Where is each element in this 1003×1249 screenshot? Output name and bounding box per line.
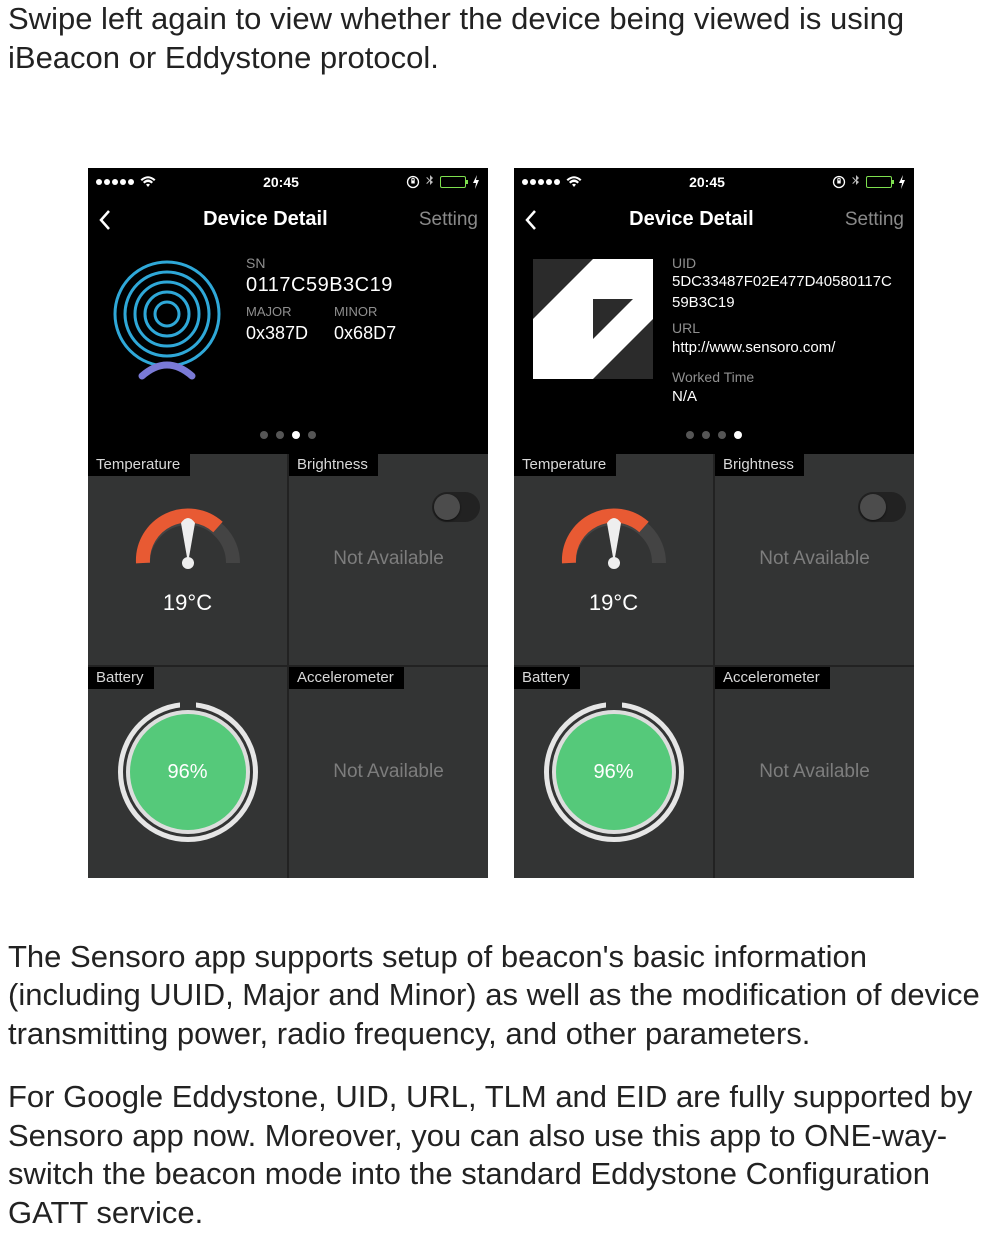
- accelerometer-label: Accelerometer: [289, 667, 404, 689]
- battery-label: Battery: [514, 667, 580, 689]
- temperature-cell[interactable]: Temperature 19°C: [88, 454, 287, 665]
- bluetooth-icon: [426, 175, 434, 189]
- battery-cell[interactable]: Battery 96%: [514, 667, 713, 878]
- bluetooth-icon: [852, 175, 860, 189]
- uid-label: UID: [672, 254, 900, 273]
- signal-dots-icon: [522, 179, 560, 185]
- signal-dots-icon: [96, 179, 134, 185]
- screenshots-row: 20:45 Device D: [8, 168, 995, 878]
- eddystone-data: UID 5DC33487F02E477D40580117C59B3C19 URL…: [672, 254, 900, 412]
- brightness-label: Brightness: [289, 454, 378, 476]
- battery-gauge-icon: 96%: [544, 702, 684, 842]
- major-label: MAJOR: [246, 303, 308, 321]
- hero-section[interactable]: UID 5DC33487F02E477D40580117C59B3C19 URL…: [514, 244, 914, 420]
- accelerometer-cell[interactable]: Accelerometer Not Available: [289, 667, 488, 878]
- wifi-icon: [566, 176, 582, 188]
- nav-setting-button[interactable]: Setting: [845, 209, 904, 231]
- brightness-value: Not Available: [759, 548, 870, 570]
- rotation-lock-icon: [832, 175, 846, 189]
- phone-screenshot-eddystone: 20:45 Device D: [514, 168, 914, 878]
- major-value: 0x387D: [246, 321, 308, 345]
- brightness-toggle[interactable]: [432, 492, 480, 522]
- brightness-cell[interactable]: Brightness Not Available: [289, 454, 488, 665]
- accelerometer-cell[interactable]: Accelerometer Not Available: [715, 667, 914, 878]
- ibeacon-data: SN 0117C59B3C19 MAJOR 0x387D MINOR 0x68D…: [246, 254, 396, 412]
- back-button[interactable]: [524, 209, 538, 231]
- beacon-rings-icon: [102, 254, 232, 384]
- sensor-grid: Temperature 19°C Brightness Not: [88, 454, 488, 878]
- nav-title: Device Detail: [538, 208, 845, 231]
- battery-icon: [866, 176, 892, 188]
- temperature-value: 19°C: [549, 590, 679, 616]
- temperature-label: Temperature: [88, 454, 190, 476]
- nav-header: Device Detail Setting: [514, 196, 914, 244]
- eddystone-logo-icon: [528, 254, 658, 384]
- gauge-icon: [549, 503, 679, 583]
- temperature-label: Temperature: [514, 454, 616, 476]
- bolt-icon: [898, 175, 906, 189]
- temperature-value: 19°C: [123, 590, 253, 616]
- status-clock: 20:45: [689, 174, 725, 190]
- accelerometer-value: Not Available: [759, 761, 870, 783]
- back-button[interactable]: [98, 209, 112, 231]
- hero-section[interactable]: SN 0117C59B3C19 MAJOR 0x387D MINOR 0x68D…: [88, 244, 488, 420]
- url-value: http://www.sensoro.com/: [672, 338, 900, 358]
- battery-label: Battery: [88, 667, 154, 689]
- nav-title: Device Detail: [112, 208, 419, 231]
- nav-setting-button[interactable]: Setting: [419, 209, 478, 231]
- battery-value: 96%: [167, 761, 207, 784]
- phone-screenshot-ibeacon: 20:45 Device D: [88, 168, 488, 878]
- bolt-icon: [472, 175, 480, 189]
- battery-gauge-icon: 96%: [118, 702, 258, 842]
- brightness-label: Brightness: [715, 454, 804, 476]
- worked-time-label: Worked Time: [672, 368, 900, 387]
- url-label: URL: [672, 319, 900, 338]
- accelerometer-value: Not Available: [333, 761, 444, 783]
- battery-cell[interactable]: Battery 96%: [88, 667, 287, 878]
- intro-paragraph: Swipe left again to view whether the dev…: [8, 0, 995, 78]
- wifi-icon: [140, 176, 156, 188]
- paragraph-2: The Sensoro app supports setup of beacon…: [8, 938, 995, 1054]
- gauge-icon: [123, 503, 253, 583]
- worked-time-value: N/A: [672, 387, 900, 407]
- minor-value: 0x68D7: [334, 321, 396, 345]
- brightness-cell[interactable]: Brightness Not Available: [715, 454, 914, 665]
- sensor-grid: Temperature 19°C Brightness Not: [514, 454, 914, 878]
- paragraph-3: For Google Eddystone, UID, URL, TLM and …: [8, 1078, 995, 1233]
- uid-value: 5DC33487F02E477D40580117C59B3C19: [672, 272, 900, 313]
- page-indicator: [88, 420, 488, 454]
- minor-label: MINOR: [334, 303, 396, 321]
- status-bar: 20:45: [514, 168, 914, 196]
- status-bar: 20:45: [88, 168, 488, 196]
- accelerometer-label: Accelerometer: [715, 667, 830, 689]
- battery-icon: [440, 176, 466, 188]
- temperature-cell[interactable]: Temperature 19°C: [514, 454, 713, 665]
- brightness-toggle[interactable]: [858, 492, 906, 522]
- sn-label: SN: [246, 254, 396, 273]
- rotation-lock-icon: [406, 175, 420, 189]
- battery-value: 96%: [593, 761, 633, 784]
- nav-header: Device Detail Setting: [88, 196, 488, 244]
- brightness-value: Not Available: [333, 548, 444, 570]
- sn-value: 0117C59B3C19: [246, 272, 396, 299]
- page-indicator: [514, 420, 914, 454]
- status-clock: 20:45: [263, 174, 299, 190]
